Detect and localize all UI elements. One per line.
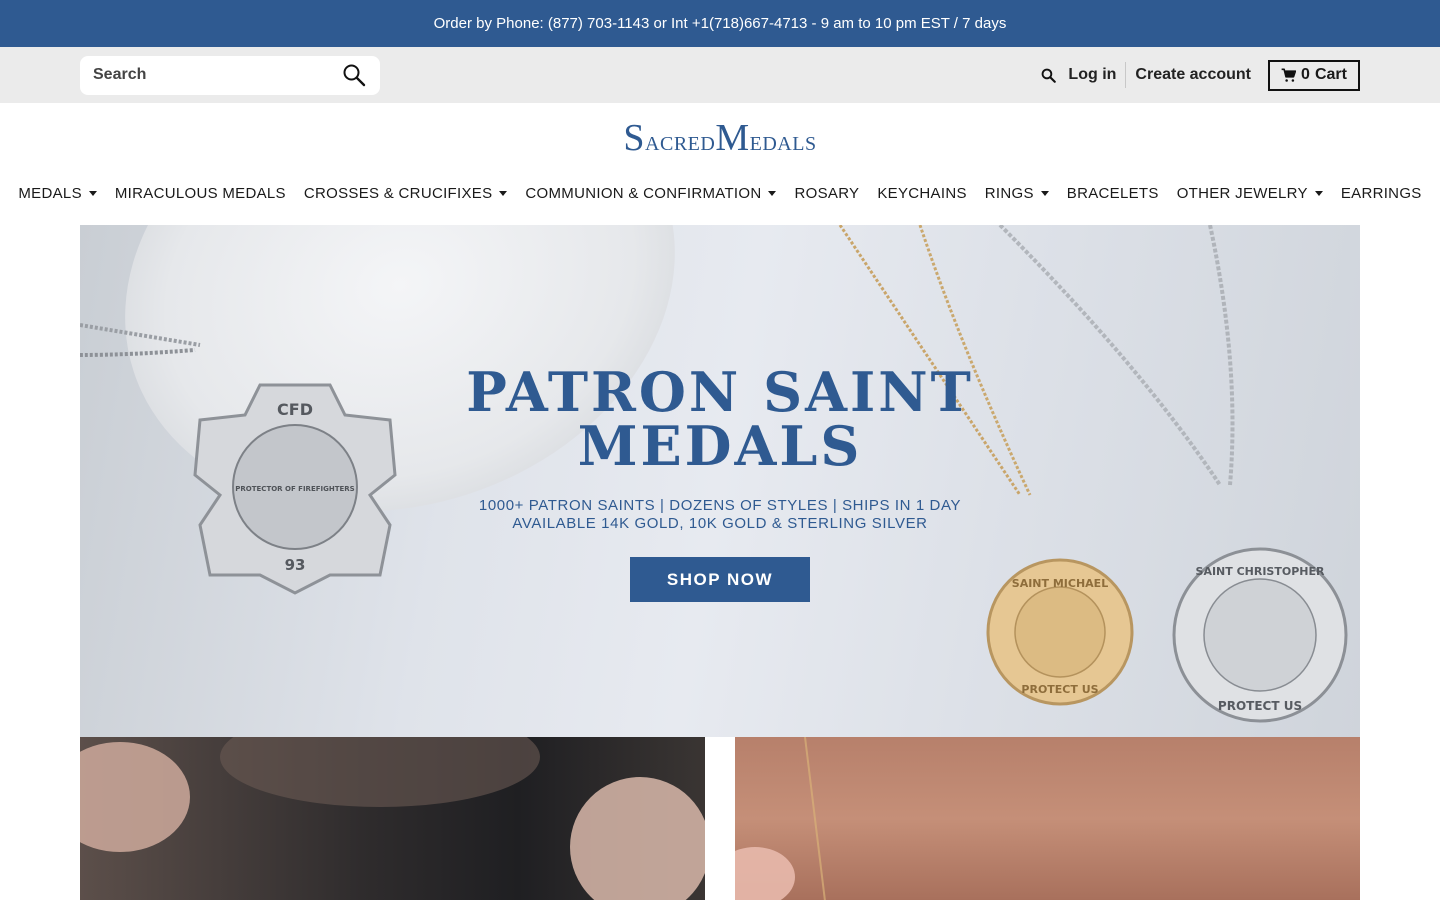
nav-item-label: EARRINGS (1340, 185, 1422, 202)
search-icon (1041, 68, 1056, 83)
saint-michael-medal-image: SAINT MICHAEL PROTECT US (986, 558, 1134, 706)
caret-down-icon (1314, 191, 1323, 196)
nav-item-label: KEYCHAINS (877, 185, 967, 202)
hero-subtitle: 1000+ PATRON SAINTS | DOZENS OF STYLES |… (478, 497, 962, 532)
nav-item-other-jewelry[interactable]: OTHER JEWELRY (1168, 185, 1332, 202)
nav-item-crosses-crucifixes[interactable]: CROSSES & CRUCIFIXES (295, 185, 517, 202)
collection-tile-men[interactable] (80, 737, 705, 900)
nav-item-rings[interactable]: RINGS (976, 185, 1058, 202)
cart-button[interactable]: 0 Cart (1268, 59, 1360, 91)
nav-item-label: BRACELETS (1066, 185, 1159, 202)
svg-text:SAINT CHRISTOPHER: SAINT CHRISTOPHER (1196, 565, 1325, 578)
nav-item-label: ROSARY (794, 185, 860, 202)
nav-item-label: COMMUNION & CONFIRMATION (525, 185, 762, 202)
skin-necklace-image (735, 737, 826, 900)
hero-content: PATRON SAINT MEDALS 1000+ PATRON SAINTS … (80, 365, 1360, 602)
nav-item-bracelets[interactable]: BRACELETS (1058, 185, 1168, 202)
nav-item-label: MEDALS (18, 185, 82, 202)
nav-item-miraculous-medals[interactable]: MIRACULOUS MEDALS (106, 185, 295, 202)
caret-down-icon (499, 191, 508, 196)
search-icon (343, 64, 366, 87)
cart-icon (1281, 67, 1297, 82)
nav-item-keychains[interactable]: KEYCHAINS (868, 185, 975, 202)
shop-now-button[interactable]: SHOP NOW (630, 557, 810, 602)
cart-count: 0 (1301, 66, 1310, 83)
saint-christopher-medal-image: SAINT CHRISTOPHER PROTECT US (1172, 547, 1348, 723)
cart-label: Cart (1314, 66, 1347, 83)
nav-item-communion-confirmation[interactable]: COMMUNION & CONFIRMATION (516, 185, 785, 202)
announcement-text: Order by Phone: (877) 703-1143 or Int +1… (433, 15, 1007, 32)
svg-text:SAINT MICHAEL: SAINT MICHAEL (1012, 577, 1108, 590)
nav-item-rosary[interactable]: ROSARY (785, 185, 868, 202)
create-account-link[interactable]: Create account (1135, 66, 1251, 84)
nav-item-label: CROSSES & CRUCIFIXES (303, 185, 493, 202)
hero-banner: CFD 93 PROTECTOR OF FIREFIGHTERS PATRON … (80, 225, 1360, 737)
account-links: Log in Create account 0 Cart (1038, 59, 1360, 91)
caret-down-icon (1040, 191, 1049, 196)
collection-tile-women[interactable] (735, 737, 1360, 900)
nav-item-earrings[interactable]: EARRINGS (1332, 185, 1431, 202)
search-submit-button[interactable] (340, 61, 368, 89)
hero-title: PATRON SAINT MEDALS (466, 360, 974, 478)
search-input[interactable] (93, 66, 323, 84)
svg-text:PROTECT US: PROTECT US (1218, 699, 1302, 713)
caret-down-icon (768, 191, 777, 196)
nav-item-label: OTHER JEWELRY (1176, 185, 1308, 202)
logo-row: SacredMedals (0, 103, 1440, 173)
login-link[interactable]: Log in (1068, 66, 1116, 84)
nav-item-label: MIRACULOUS MEDALS (114, 185, 286, 202)
svg-text:PROTECT US: PROTECT US (1021, 683, 1098, 696)
nav-item-medals[interactable]: MEDALS (9, 185, 106, 202)
site-logo[interactable]: SacredMedals (623, 116, 816, 160)
divider (1125, 62, 1127, 88)
caret-down-icon (88, 191, 97, 196)
main-nav: MEDALS MIRACULOUS MEDALS CROSSES & CRUCIFI… (0, 173, 1440, 225)
announcement-bar: Order by Phone: (877) 703-1143 or Int +1… (0, 0, 1440, 47)
utility-bar: Log in Create account 0 Cart (0, 47, 1440, 103)
collection-tiles (80, 737, 1360, 900)
search-form (80, 55, 380, 95)
nav-item-label: RINGS (984, 185, 1034, 202)
header-search-button[interactable] (1038, 65, 1058, 85)
hands-necklace-image (80, 737, 705, 900)
